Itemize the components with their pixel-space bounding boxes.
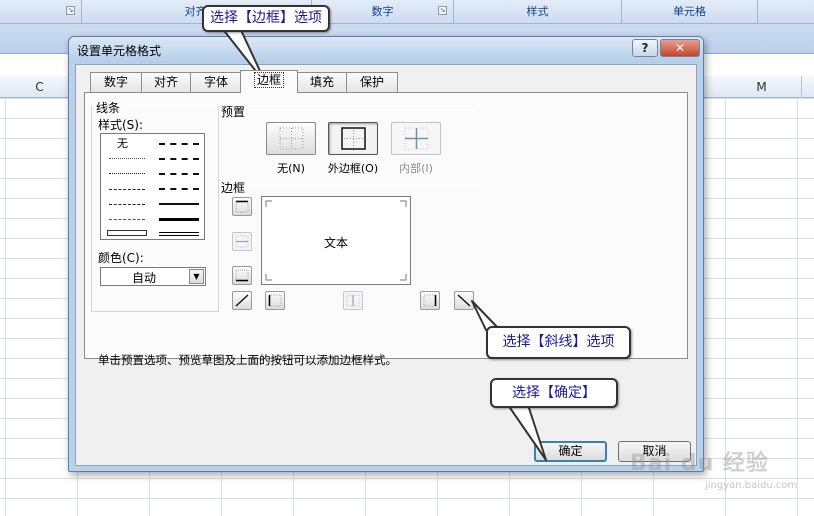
border-top-icon bbox=[235, 200, 249, 213]
watermark-url: jingyan.baidu.com bbox=[705, 480, 798, 491]
ribbon: ↘ 对齐方式 数字 ↘ 样式 单元格 bbox=[0, 0, 814, 24]
border-none-icon bbox=[279, 127, 304, 150]
preset-inside-button[interactable] bbox=[391, 122, 441, 155]
border-tab-panel: 线条 样式(S): 无 颜色(C): 自动 ▼ 预置 无(N) 外边框(O) 内… bbox=[84, 92, 688, 359]
preset-none-button[interactable] bbox=[266, 122, 316, 155]
callout-select-border-tab: 选择【边框】选项 bbox=[202, 5, 330, 32]
tab-label: 保护 bbox=[359, 75, 384, 89]
preview-text: 文本 bbox=[323, 236, 348, 250]
ok-button[interactable]: 确定 bbox=[534, 441, 607, 462]
dialog-launcher-icon[interactable]: ↘ bbox=[438, 6, 447, 15]
ribbon-group-label: 单元格 bbox=[673, 5, 706, 18]
dialog-launcher-icon[interactable]: ↘ bbox=[66, 6, 75, 15]
preset-none-label: 无(N) bbox=[277, 162, 305, 175]
help-icon: ? bbox=[641, 41, 649, 55]
baidu-jingyan-watermark: Bai du 经验 bbox=[630, 451, 769, 476]
tab-number[interactable]: 数字 bbox=[90, 72, 142, 92]
border-vertical-inside-icon bbox=[346, 294, 360, 307]
diagonal-down-icon bbox=[457, 294, 471, 307]
diagonal-up-icon bbox=[235, 294, 249, 307]
dialog-titlebar[interactable]: 设置单元格格式 ? ✕ bbox=[69, 37, 703, 63]
callout-text: 选择【边框】选项 bbox=[210, 10, 322, 26]
column-label: C bbox=[35, 80, 44, 94]
presets-section-label: 预置 bbox=[221, 105, 246, 119]
column-label: M bbox=[756, 80, 767, 94]
section-divider bbox=[249, 186, 477, 187]
border-right-button[interactable] bbox=[420, 291, 440, 310]
tab-label: 填充 bbox=[309, 75, 334, 89]
dialog-title: 设置单元格格式 bbox=[77, 44, 162, 58]
section-divider bbox=[249, 110, 477, 111]
callout-text: 选择【斜线】选项 bbox=[502, 334, 615, 350]
border-preview[interactable]: 文本 bbox=[261, 196, 411, 285]
border-top-button[interactable] bbox=[232, 197, 252, 216]
border-middle-button[interactable] bbox=[232, 232, 252, 251]
border-diagonal-up-button[interactable] bbox=[232, 291, 252, 310]
ribbon-group-label: 数字 bbox=[371, 5, 394, 18]
ribbon-group-cells[interactable]: 单元格 bbox=[622, 0, 758, 23]
ribbon-group-font: ↘ bbox=[0, 0, 82, 23]
hint-text: 单击预置选项、预览草图及上面的按钮可以添加边框样式。 bbox=[98, 353, 397, 367]
callout-select-diagonal: 选择【斜线】选项 bbox=[486, 326, 631, 359]
preset-outline-button[interactable] bbox=[328, 122, 378, 155]
column-header-m[interactable]: M bbox=[722, 76, 802, 98]
border-left-button[interactable] bbox=[265, 291, 285, 310]
border-center-button[interactable] bbox=[343, 291, 363, 310]
ribbon-group-styles[interactable]: 样式 bbox=[454, 0, 622, 23]
tab-label: 数字 bbox=[103, 75, 128, 89]
tab-fill[interactable]: 填充 bbox=[297, 72, 347, 92]
ok-label: 确定 bbox=[558, 444, 583, 458]
callout-select-ok: 选择【确定】 bbox=[490, 378, 618, 408]
tab-label: 对齐 bbox=[153, 75, 178, 89]
tab-protection[interactable]: 保护 bbox=[346, 72, 398, 92]
tab-label: 边框 bbox=[253, 72, 285, 88]
callout-text: 选择【确定】 bbox=[512, 385, 596, 401]
border-diagonal-down-button[interactable] bbox=[454, 291, 474, 310]
tab-alignment[interactable]: 对齐 bbox=[141, 72, 191, 92]
line-group-box bbox=[91, 106, 219, 312]
border-right-icon bbox=[423, 294, 437, 307]
border-outline-icon bbox=[341, 127, 366, 150]
help-button[interactable]: ? bbox=[632, 39, 658, 57]
border-bottom-icon bbox=[235, 269, 249, 282]
border-inside-icon bbox=[404, 127, 429, 150]
close-icon: ✕ bbox=[674, 41, 686, 55]
border-bottom-button[interactable] bbox=[232, 266, 252, 285]
close-button[interactable]: ✕ bbox=[660, 39, 700, 57]
preset-outline-label: 外边框(O) bbox=[327, 162, 379, 175]
tab-font[interactable]: 字体 bbox=[190, 72, 242, 92]
border-section-label: 边框 bbox=[221, 181, 246, 195]
ribbon-group-number[interactable]: 数字 ↘ bbox=[312, 0, 454, 23]
tab-label: 字体 bbox=[203, 75, 228, 89]
preset-inside-label: 内部(I) bbox=[399, 162, 433, 175]
ribbon-group-label: 样式 bbox=[526, 5, 549, 18]
border-horizontal-inside-icon bbox=[235, 235, 249, 248]
border-left-icon bbox=[268, 294, 282, 307]
tab-border[interactable]: 边框 bbox=[240, 70, 298, 93]
